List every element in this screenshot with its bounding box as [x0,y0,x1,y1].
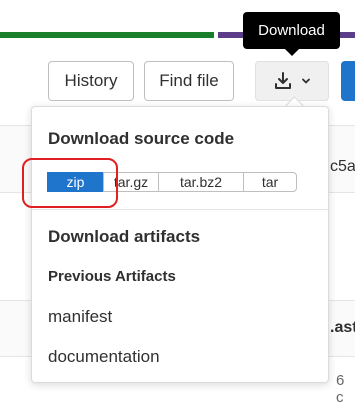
tooltip-arrow [284,48,300,56]
chevron-down-icon [301,76,311,86]
download-source-heading: Download source code [48,129,235,148]
download-artifacts-heading: Download artifacts [48,227,201,246]
previous-artifacts-heading: Previous Artifacts [48,268,176,285]
download-icon [273,71,293,91]
format-tar-bz2-button[interactable]: tar.bz2 [158,172,244,192]
footer-fragment: 6 c [336,372,345,406]
history-button[interactable]: History [48,61,134,101]
download-button[interactable] [255,61,329,101]
commit-sha-fragment: c5a [330,158,355,175]
dropdown-divider [32,209,328,210]
artifact-item-documentation[interactable]: documentation [48,347,160,367]
table-header-fragment: .ast [330,319,355,336]
download-tooltip: Download [243,12,340,49]
artifact-item-manifest[interactable]: manifest [48,307,112,327]
language-bar-segment [0,32,214,38]
find-file-button[interactable]: Find file [144,61,234,101]
clone-button[interactable] [341,61,355,101]
download-dropdown: Download source code zip tar.gz tar.bz2 … [31,106,329,383]
zip-highlight-annotation [22,158,118,208]
format-tar-button[interactable]: tar [243,172,297,192]
